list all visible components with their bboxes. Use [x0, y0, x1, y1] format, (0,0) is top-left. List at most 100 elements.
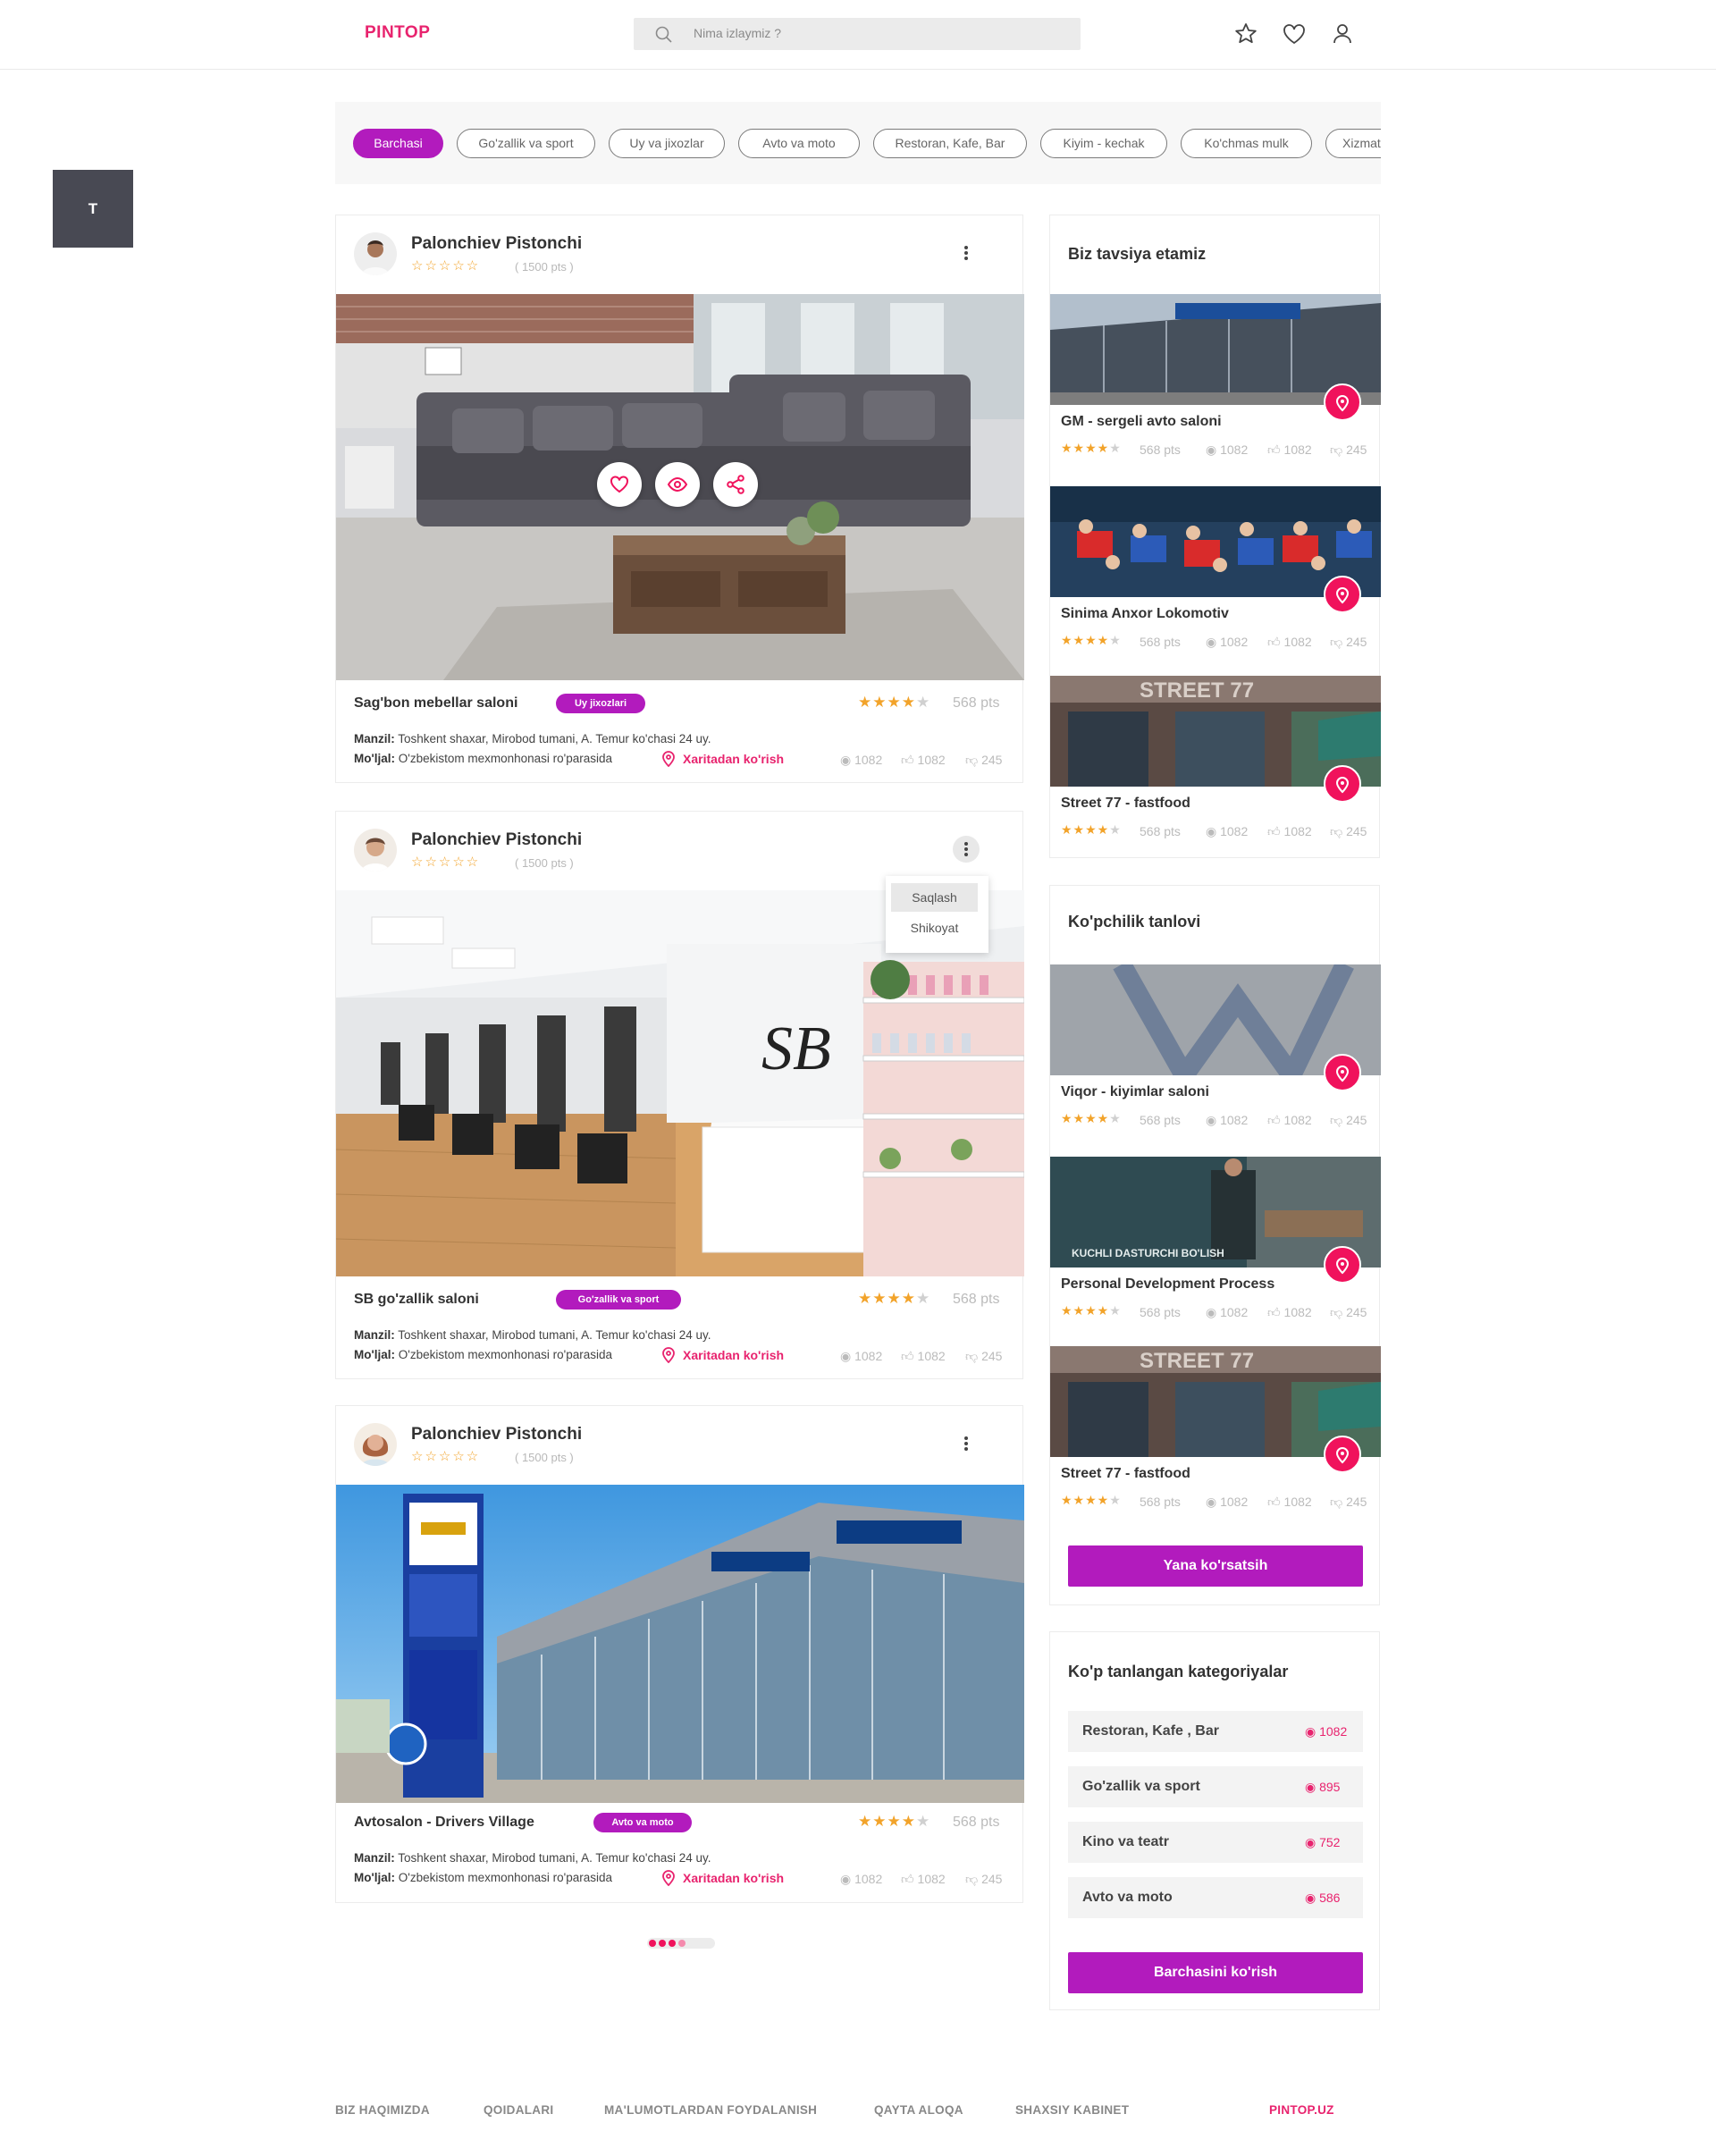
thumbs-down-icon: 👎︎: [1330, 635, 1347, 649]
dislikes-count: 👎︎ 245: [1330, 1305, 1367, 1319]
avatar[interactable]: [354, 1423, 397, 1466]
view-on-map-link[interactable]: Xaritadan ko'rish: [683, 1348, 784, 1362]
recommend-item[interactable]: GM - sergeli avto saloni ★★★★★ 568 pts ◉…: [1050, 294, 1381, 484]
post-photo[interactable]: [336, 1485, 1024, 1803]
pagination-dots[interactable]: [647, 1938, 715, 1949]
filter-chip-all[interactable]: Barchasi: [353, 129, 443, 158]
recommend-item[interactable]: Sinima Anxor Lokomotiv ★★★★★ 568 pts ◉ 1…: [1050, 486, 1381, 676]
more-options-button[interactable]: [953, 1430, 980, 1457]
footer-link-cabinet[interactable]: SHAXSIY KABINET: [1015, 2103, 1129, 2117]
author-rating: ☆☆☆☆☆: [411, 1449, 481, 1464]
filter-chip-beauty[interactable]: Go'zallik va sport: [457, 129, 595, 158]
popular-item[interactable]: Viqor - kiyimlar saloni ★★★★★ 568 pts ◉ …: [1050, 964, 1381, 1154]
thumbs-up-icon: 👍︎: [1267, 442, 1284, 457]
side-tile[interactable]: T: [53, 170, 133, 248]
like-button[interactable]: [597, 462, 642, 507]
place-rating: ★★★★★: [1061, 1493, 1122, 1507]
category-name: Restoran, Kafe , Bar: [1082, 1723, 1219, 1739]
logo[interactable]: PINTOP: [365, 23, 430, 43]
category-row[interactable]: Avto va moto ◉ 586: [1068, 1877, 1363, 1918]
thumbs-down-icon: 👎︎: [1330, 1495, 1347, 1509]
likes-count[interactable]: 👍︎ 1082: [901, 1872, 946, 1887]
category-row[interactable]: Restoran, Kafe , Bar ◉ 1082: [1068, 1711, 1363, 1752]
place-rating: ★★★★★: [1061, 633, 1122, 647]
map-pin-button[interactable]: [1324, 576, 1361, 613]
footer-link-about[interactable]: BIZ HAQIMIZDA: [335, 2103, 430, 2117]
recommend-item[interactable]: STREET 77 Street 77 - fastfood ★★★★★ 568…: [1050, 676, 1381, 865]
post-title[interactable]: Avtosalon - Drivers Village: [354, 1815, 534, 1831]
footer-link-rules[interactable]: QOIDALARI: [484, 2103, 553, 2117]
search-input[interactable]: Nima izlaymiz ?: [634, 18, 1081, 50]
filter-chip-realestate[interactable]: Ko'chmas mulk: [1181, 129, 1312, 158]
category-views: ◉ 586: [1305, 1891, 1341, 1905]
post-card: Palonchiev Pistonchi ☆☆☆☆☆ ( 1500 pts ) …: [335, 215, 1024, 783]
likes-count: 👍︎ 1082: [1267, 824, 1312, 838]
post-title[interactable]: SB go'zallik saloni: [354, 1292, 479, 1308]
popular-item[interactable]: KUCHLI DASTURCHI BO'LISH Personal Develo…: [1050, 1157, 1381, 1346]
avatar[interactable]: [354, 232, 397, 275]
eye-icon: ◉: [1305, 1835, 1320, 1849]
filter-chip-auto[interactable]: Avto va moto: [738, 129, 860, 158]
filter-chip-restaurant[interactable]: Restoran, Kafe, Bar: [873, 129, 1027, 158]
category-views: ◉ 895: [1305, 1780, 1341, 1794]
views-count: ◉ 1082: [840, 1349, 883, 1363]
thumbs-down-icon: 👎︎: [1330, 1113, 1347, 1127]
view-on-map-link[interactable]: Xaritadan ko'rish: [683, 752, 784, 766]
menu-item-save[interactable]: Saqlash: [891, 883, 978, 912]
popular-item[interactable]: STREET 77 Street 77 - fastfood ★★★★★ 568…: [1050, 1346, 1381, 1536]
star-icon[interactable]: [1233, 21, 1258, 46]
category-tag[interactable]: Uy jixozlari: [556, 694, 645, 713]
dislikes-count[interactable]: 👎︎ 245: [965, 753, 1002, 768]
category-tag[interactable]: Go'zallik va sport: [556, 1290, 681, 1310]
eye-icon: ◉: [1305, 1724, 1320, 1739]
author-points: ( 1500 pts ): [515, 260, 574, 274]
popular-panel: Ko'pchilik tanlovi Viqor - kiyimlar salo…: [1049, 885, 1381, 1605]
author-name[interactable]: Palonchiev Pistonchi: [411, 1425, 582, 1444]
map-pin-button[interactable]: [1324, 765, 1361, 803]
post-points: 568 pts: [953, 695, 1000, 711]
map-pin-icon: [1335, 1447, 1350, 1464]
category-row[interactable]: Kino va teatr ◉ 752: [1068, 1822, 1363, 1863]
view-on-map-link[interactable]: Xaritadan ko'rish: [683, 1871, 784, 1885]
likes-count[interactable]: 👍︎ 1082: [901, 1349, 946, 1364]
share-button[interactable]: [713, 462, 758, 507]
author-name[interactable]: Palonchiev Pistonchi: [411, 830, 582, 850]
views-count: ◉ 1082: [1206, 1113, 1249, 1127]
avatar[interactable]: [354, 829, 397, 872]
category-row[interactable]: Go'zallik va sport ◉ 895: [1068, 1766, 1363, 1807]
likes-count: 👍︎ 1082: [1267, 1495, 1312, 1509]
post-title[interactable]: Sag'bon mebellar saloni: [354, 695, 517, 712]
dislikes-count[interactable]: 👎︎ 245: [965, 1349, 1002, 1364]
place-rating: ★★★★★: [1061, 441, 1122, 455]
dislikes-count[interactable]: 👎︎ 245: [965, 1872, 1002, 1887]
filter-chip-clothing[interactable]: Kiyim - kechak: [1040, 129, 1167, 158]
view-all-button[interactable]: Barchasini ko'rish: [1068, 1952, 1363, 1993]
place-points: 568 pts: [1140, 1305, 1181, 1319]
categories-panel: Ko'p tanlangan kategoriyalar Restoran, K…: [1049, 1631, 1380, 2010]
thumbs-up-icon: 👍︎: [901, 1872, 918, 1886]
category-tag[interactable]: Avto va moto: [593, 1813, 692, 1832]
map-pin-button[interactable]: [1324, 1436, 1361, 1473]
footer-link-data-usage[interactable]: MA'LUMOTLARDAN FOYDALANISH: [604, 2103, 817, 2117]
user-icon[interactable]: [1330, 21, 1355, 46]
footer-brand[interactable]: PINTOP.UZ: [1269, 2103, 1334, 2117]
map-pin-button[interactable]: [1324, 383, 1361, 421]
post-photo[interactable]: [336, 294, 1024, 680]
thumbs-down-icon: 👎︎: [965, 753, 982, 767]
eye-icon: ◉: [1305, 1891, 1320, 1905]
map-pin-button[interactable]: [1324, 1246, 1361, 1284]
thumbs-down-icon: 👎︎: [965, 1872, 982, 1886]
menu-item-report[interactable]: Shikoyat: [891, 914, 978, 942]
eye-icon: ◉: [1305, 1780, 1320, 1794]
likes-count[interactable]: 👍︎ 1082: [901, 753, 946, 768]
filter-chip-home[interactable]: Uy va jixozlar: [609, 129, 725, 158]
heart-icon[interactable]: [1282, 21, 1307, 46]
more-options-button[interactable]: [953, 240, 980, 266]
map-pin-button[interactable]: [1324, 1054, 1361, 1091]
view-button[interactable]: [655, 462, 700, 507]
author-name[interactable]: Palonchiev Pistonchi: [411, 234, 582, 254]
show-more-button[interactable]: Yana ko'rsatsih: [1068, 1545, 1363, 1587]
filter-chip-services[interactable]: Xizmat: [1325, 129, 1381, 158]
footer-link-feedback[interactable]: QAYTA ALOQA: [874, 2103, 963, 2117]
more-options-button[interactable]: [953, 836, 980, 863]
